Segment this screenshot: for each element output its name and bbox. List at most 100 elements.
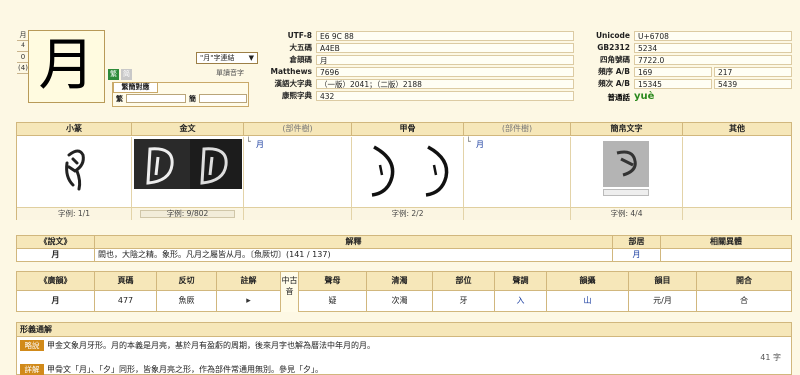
gy-header-1: 頁碼	[95, 272, 157, 291]
code-r-label-0: Unicode	[595, 31, 630, 40]
code-value-2: 月	[316, 55, 574, 65]
other-cell	[683, 137, 791, 207]
tree-cell-1: └ 月	[244, 137, 352, 207]
code-label-0: UTF-8	[287, 31, 312, 40]
code-r-value-2: 7722.0	[634, 55, 792, 65]
etymology-section: 形義通解 略說 甲金文象月牙形。月的本義是月亮，基於月有盈虧的周期，後來月字也解…	[16, 322, 792, 375]
code-label-4: 漢語大字典	[274, 79, 313, 88]
oracle-cell	[352, 137, 464, 207]
tree-foot-2	[464, 207, 571, 220]
code-r-value-1: 5234	[634, 43, 792, 53]
character-display: 月	[28, 30, 105, 103]
gy-cell-5: 次濁	[367, 291, 433, 312]
code-label-5: 康熙字典	[282, 91, 312, 100]
gy-cell-7[interactable]: 入	[495, 291, 547, 312]
code-value-1: A4EB	[316, 43, 574, 53]
code-r-label-1: GB2312	[597, 43, 630, 52]
code-r-label-4: 頻次 A/B	[598, 79, 630, 88]
gy-cell-4: 疑	[299, 291, 367, 312]
gy-header-3: 註解	[217, 272, 281, 291]
bronze-rubbing-1[interactable]	[134, 139, 190, 189]
code-r-value-3: 169	[634, 67, 712, 77]
simp-label: 簡	[189, 95, 196, 103]
shuowen-header[interactable]: 《說文》	[17, 236, 95, 249]
shuowen-radical[interactable]: 月	[613, 249, 661, 262]
code-value-5: 432	[316, 91, 574, 101]
header-jinwen: 金文	[132, 123, 244, 136]
tree-cell-2: └ 月	[464, 137, 571, 207]
gy-cell-6: 牙	[433, 291, 495, 312]
zhonggu-label: 中古音	[281, 272, 299, 312]
trad-simp-tab[interactable]: 繁簡對應	[113, 82, 158, 93]
example-count-jianbo: 字例: 4/4	[571, 207, 683, 220]
bronze-rubbing-2[interactable]	[190, 139, 242, 189]
example-count-jinwen: 字例: 9/802	[132, 207, 244, 220]
silk-image[interactable]	[603, 141, 649, 187]
shuowen-char: 月	[17, 249, 95, 262]
code-label-3: Matthews	[270, 67, 312, 76]
code-r-label-3: 頻序 A/B	[598, 67, 630, 76]
silk-cell	[571, 137, 683, 207]
trad-field[interactable]	[126, 94, 186, 103]
header-jianbo: 簡帛文字	[571, 123, 683, 136]
tree-tag-2[interactable]: 月	[476, 139, 484, 150]
brief-tag[interactable]: 略說	[20, 340, 44, 351]
trad-label: 繁	[116, 95, 123, 103]
tree-tag-1[interactable]: 月	[256, 139, 264, 150]
code-r-value2-4: 5439	[714, 79, 792, 89]
gy-header-7: 聲調	[495, 272, 547, 291]
variants-header: 相關異體	[661, 236, 791, 249]
bronze-cell	[132, 137, 244, 207]
seal-script-cell	[17, 137, 132, 207]
gy-cell-8[interactable]: 山	[547, 291, 629, 312]
detail-tag[interactable]: 詳解	[20, 364, 44, 375]
putonghua-value: yuè	[634, 91, 655, 102]
tree-foot-1	[244, 207, 352, 220]
code-r-value-4: 15345	[634, 79, 712, 89]
header-tree-1: (部件樹)	[244, 123, 352, 136]
header-xiaozhuan: 小篆	[17, 123, 132, 136]
other-foot	[683, 207, 791, 220]
shuowen-text: 闕也，大陰之精。象形。凡月之屬皆从月。〔魚厥切〕(141 / 137)	[95, 249, 613, 262]
etymology-title: 形義通解	[17, 323, 791, 337]
silk-scrollbar[interactable]	[603, 189, 649, 196]
example-count-xiaozhuan: 字例: 1/1	[17, 207, 132, 220]
code-value-0: E6 9C 88	[316, 31, 574, 41]
trad-simp-box: 繁簡對應 繁 簡	[112, 82, 249, 107]
simp-icon[interactable]: 简	[121, 69, 132, 80]
shuowen-table: 《說文》 解釋 部居 相關異體 月 闕也，大陰之精。象形。凡月之屬皆从月。〔魚厥…	[16, 235, 792, 262]
code-r-value-0: U+6708	[634, 31, 792, 41]
gy-cell-10: 合	[740, 296, 748, 305]
gy-header-4: 聲母	[299, 272, 367, 291]
example-count-jiagu: 字例: 2/2	[352, 207, 464, 220]
code-r-value2-3: 217	[714, 67, 792, 77]
gy-header-2: 反切	[157, 272, 217, 291]
gy-cell-1: 477	[95, 291, 157, 312]
jinwen-count-label: 字例: 9/802	[166, 209, 209, 218]
detail-text: 甲骨文「月」、「夕」同形，皆象月亮之形，作為部件常通用無別。參見「夕」。	[47, 365, 323, 374]
header-other: 其他	[683, 123, 791, 136]
radical-header: 部居	[613, 236, 661, 249]
shuowen-variants	[661, 249, 791, 262]
guangyun-table: 《廣韻》月頁碼 477 反切 魚厥 註解 ▸ 中古音 聲母疑清濁 次濁 部位牙聲調入韻攝山韻目 元/…	[16, 271, 792, 312]
trad-icon[interactable]: 繁	[108, 69, 119, 80]
code-value-3: 7696	[316, 67, 574, 77]
gy-header-10: 開合	[697, 272, 791, 291]
gy-header-8: 韻攝	[547, 272, 629, 291]
gy-header-9: 韻目	[629, 272, 697, 291]
char-count: 41 字	[760, 353, 781, 362]
code-label-2: 倉頡碼	[289, 55, 313, 64]
gy-header-6: 部位	[433, 272, 495, 291]
main-character: 月	[38, 33, 95, 98]
gy-header-0[interactable]: 《廣韻》	[17, 272, 95, 291]
character-forms-table: 小篆 金文 (部件樹) 甲骨 (部件樹) 簡帛文字 其他 └ 月 └ 月 字例:…	[16, 122, 792, 220]
brief-text: 甲金文象月牙形。月的本義是月亮，基於月有盈虧的周期，後來月字也解為曆法中年月的月…	[47, 341, 375, 350]
note-play-icon[interactable]: ▸	[217, 291, 281, 312]
code-r-label-2: 四角號碼	[600, 55, 630, 64]
gy-cell-0: 月	[17, 291, 95, 312]
related-select-value: "月"字連結	[200, 54, 235, 62]
gy-cell-2: 魚厥	[157, 291, 217, 312]
explain-header: 解釋	[95, 236, 613, 249]
oracle-moon-glyphs	[371, 145, 449, 197]
seal-moon-glyph	[65, 149, 85, 191]
